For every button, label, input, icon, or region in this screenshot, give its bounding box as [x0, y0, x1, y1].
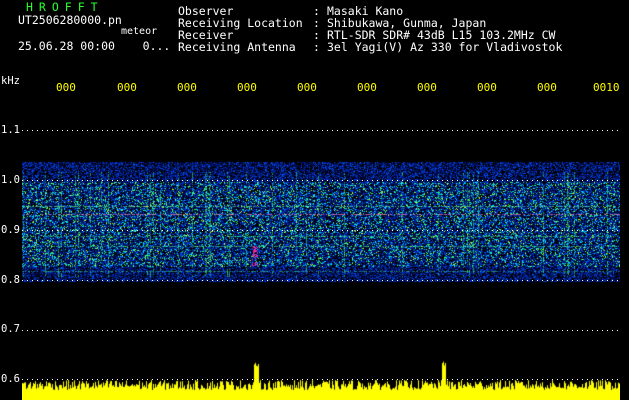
meteor-tag: meteor — [121, 26, 158, 37]
info-key: Receiving Antenna — [178, 40, 296, 54]
x-tick-label: 000 — [117, 81, 137, 94]
x-tick-label: 000 — [237, 81, 257, 94]
y-tick-label: 0.9 — [1, 224, 20, 236]
file-name: UT2506280000.pn — [18, 13, 122, 27]
info-colon: : — [313, 40, 320, 54]
y-tick-label: 1.1 — [1, 124, 20, 136]
y-axis-unit: kHz — [1, 75, 20, 87]
x-tick-label: 000 — [477, 81, 497, 94]
x-tick-label: 000 — [177, 81, 197, 94]
spectrogram-plot — [22, 96, 620, 400]
x-tick-label: 000 — [417, 81, 437, 94]
plot-grid — [22, 130, 620, 380]
date-time-suffix: 0... — [142, 39, 171, 53]
station-info: Observer: Masaki Kano Receiving Location:… — [178, 5, 562, 53]
y-tick-label: 1.0 — [1, 174, 20, 186]
x-tick-label: 0010 — [593, 81, 620, 94]
x-tick-label: 000 — [357, 81, 377, 94]
info-row-antenna: Receiving Antenna:3el Yagi(V) Az 330 for… — [178, 41, 562, 53]
y-tick-label: 0.8 — [1, 274, 20, 286]
y-tick-label: 0.7 — [1, 323, 20, 335]
app-brand: HROFFT — [26, 0, 104, 14]
y-tick-label: 0.6 — [1, 373, 20, 385]
x-tick-label: 000 — [297, 81, 317, 94]
date-time-value: 25.06.28 00:00 — [18, 39, 115, 53]
info-value: 3el Yagi(V) Az 330 for Vladivostok — [327, 40, 563, 54]
date-time: 25.06.28 00:00 0... — [18, 40, 170, 52]
x-tick-label: 000 — [56, 81, 76, 94]
x-tick-label: 000 — [537, 81, 557, 94]
